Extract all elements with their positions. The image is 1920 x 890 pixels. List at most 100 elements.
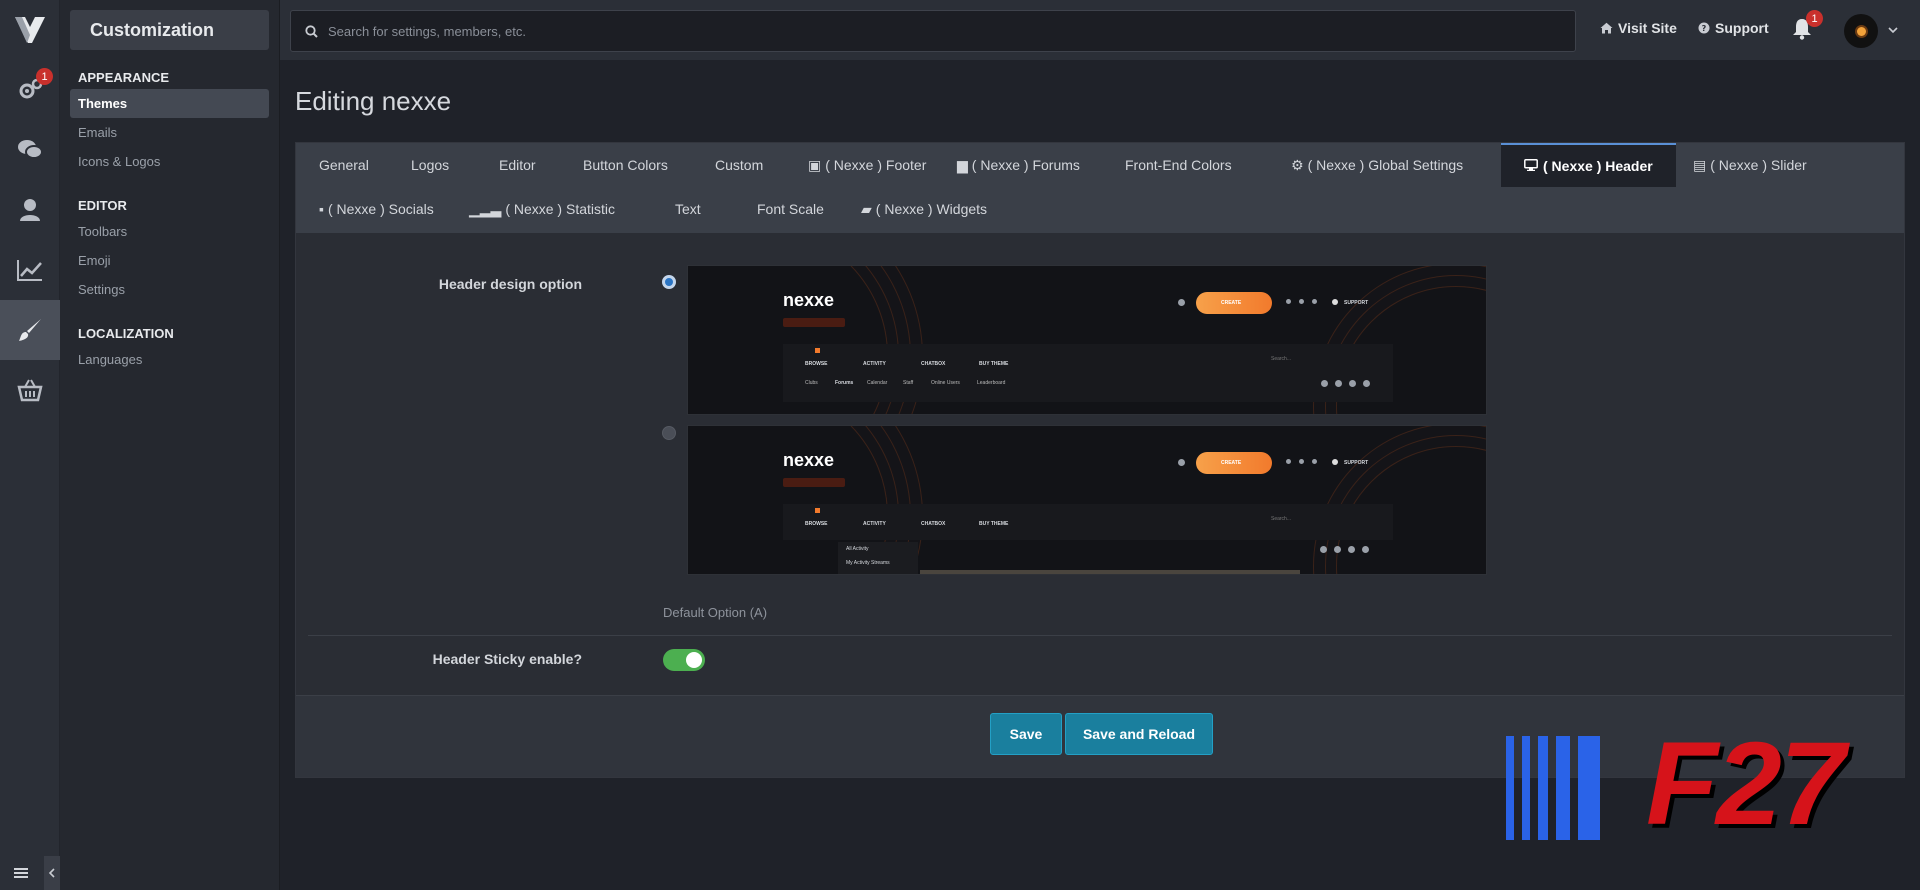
tab-nexxe-forums[interactable]: ▆ ( Nexxe ) Forums (934, 143, 1103, 187)
preview-brand-logo: nexxe (783, 290, 835, 310)
collapse-sidebar-button[interactable] (44, 856, 60, 890)
tab-label: Custom (715, 157, 764, 173)
preview-nav-item: CHATBOX (921, 521, 946, 527)
preview-brand-logo: nexxe (783, 450, 835, 470)
sidebar-item-icons-logos[interactable]: Icons & Logos (70, 147, 269, 176)
tab-button-colors[interactable]: Button Colors (560, 143, 691, 187)
tab-logos[interactable]: Logos (388, 143, 472, 187)
tab-nexxe-statistic[interactable]: ▁▂▃ ( Nexxe ) Statistic (446, 187, 638, 231)
rail-marketplace[interactable] (0, 360, 60, 420)
header-preview-b[interactable]: nexxe CREATE SUPPORT BROWSE ACTIVITY CHA… (687, 425, 1487, 575)
tab-front-end-colors[interactable]: Front-End Colors (1102, 143, 1255, 187)
preview-icon (1312, 299, 1317, 304)
rail-settings[interactable]: 1 (0, 60, 60, 120)
preview-nav-item: BUY THEME (979, 521, 1009, 527)
tab-nexxe-socials[interactable]: ▪ ( Nexxe ) Socials (296, 187, 457, 231)
tab-nexxe-footer[interactable]: ▣ ( Nexxe ) Footer (785, 143, 949, 187)
tab-label: ( Nexxe ) Statistic (505, 201, 616, 217)
header-preview-a[interactable]: nexxe CREATE SUPPORT BROWSE ACTIVITY CHA… (687, 265, 1487, 415)
sidebar-section-appearance: APPEARANCE (78, 70, 170, 85)
sidebar-item-languages[interactable]: Languages (70, 345, 269, 374)
preview-icon (1178, 459, 1185, 466)
divider (308, 635, 1892, 636)
tab-editor[interactable]: Editor (476, 143, 559, 187)
header-option-b-radio[interactable] (662, 426, 676, 440)
preview-tagline (783, 318, 845, 327)
settings-badge: 1 (36, 68, 53, 85)
basket-icon (17, 379, 43, 402)
search-input[interactable] (328, 23, 1528, 39)
watermark-bars (1506, 736, 1646, 840)
tab-label: ( Nexxe ) Widgets (875, 201, 988, 217)
slider-icon: ▤ (1693, 156, 1707, 173)
tab-font-scale[interactable]: Font Scale (734, 187, 847, 231)
support-label: Support (1715, 20, 1769, 36)
app-logo[interactable] (0, 0, 59, 60)
question-circle-icon: ? (1698, 22, 1710, 34)
tab-general[interactable]: General (296, 143, 392, 187)
support-link[interactable]: ? Support (1698, 20, 1769, 36)
preview-sub-nav-item: Clubs (805, 380, 818, 386)
sidebar-item-themes[interactable]: Themes (70, 89, 269, 118)
home-icon (1600, 22, 1613, 34)
tab-custom[interactable]: Custom (692, 143, 786, 187)
preview-create-label: CREATE (1221, 460, 1242, 466)
header-design-label: Header design option (438, 276, 582, 292)
watermark-logo: F27 (1506, 718, 1910, 850)
preview-search: Search... (1271, 516, 1292, 522)
tab-nexxe-slider[interactable]: ▤ ( Nexxe ) Slider (1670, 143, 1830, 187)
chevron-left-icon (48, 868, 55, 878)
visit-site-label: Visit Site (1618, 20, 1677, 36)
tab-label: Font Scale (757, 201, 824, 217)
tab-label: General (319, 157, 369, 173)
avatar[interactable] (1844, 14, 1878, 48)
save-button[interactable]: Save (990, 713, 1062, 755)
line-chart-icon (17, 260, 42, 281)
preview-support-label: SUPPORT (1344, 460, 1369, 466)
preview-social-icon (1335, 380, 1342, 387)
chevron-down-icon[interactable] (1888, 27, 1898, 34)
preview-create-label: CREATE (1221, 300, 1242, 306)
cogs-icon: ⚙ (1291, 156, 1304, 173)
logo-icon (14, 17, 45, 43)
preview-sub-nav-item: Leaderboard (977, 380, 1006, 386)
header-sticky-toggle[interactable] (663, 649, 705, 671)
sidebar-item-emails[interactable]: Emails (70, 118, 269, 147)
avatar-image (1856, 26, 1866, 36)
menu-icon[interactable] (14, 867, 28, 879)
preview-icon (1312, 459, 1317, 464)
preview-home-icon (815, 508, 820, 513)
notifications-badge: 1 (1806, 10, 1823, 27)
tab-label: Editor (499, 157, 536, 173)
visit-site-link[interactable]: Visit Site (1600, 20, 1677, 36)
widgets-icon: ▰ (861, 200, 872, 217)
preview-nav-item: CHATBOX (921, 361, 946, 367)
preview-nav-bar: BROWSE ACTIVITY CHATBOX BUY THEME Search… (783, 504, 1393, 540)
rail-members[interactable] (0, 180, 60, 240)
signal-icon: ▁▂▃ (469, 200, 502, 217)
sub-sidebar: Customization APPEARANCE Themes Emails I… (60, 0, 280, 890)
preview-social-icon (1362, 546, 1369, 553)
header-option-a-radio[interactable] (662, 275, 676, 289)
tab-nexxe-global-settings[interactable]: ⚙ ( Nexxe ) Global Settings (1268, 143, 1486, 187)
search-box[interactable] (290, 10, 1576, 52)
sidebar-item-toolbars[interactable]: Toolbars (70, 217, 269, 246)
rail-customization[interactable] (0, 300, 60, 360)
user-icon (20, 199, 40, 221)
theme-editor-panel: General Logos Editor Button Colors Custo… (295, 142, 1905, 778)
sidebar-item-emoji[interactable]: Emoji (70, 246, 269, 275)
rail-statistics[interactable] (0, 240, 60, 300)
preview-social-icon (1349, 380, 1356, 387)
preview-social-icon (1348, 546, 1355, 553)
rail-messages[interactable] (0, 120, 60, 180)
save-and-reload-button[interactable]: Save and Reload (1065, 713, 1213, 755)
footer-tab-icon: ▣ (808, 156, 822, 173)
tab-nexxe-header[interactable]: ( Nexxe ) Header (1501, 143, 1676, 187)
facebook-icon: ▪ (319, 201, 324, 217)
tab-label: ( Nexxe ) Slider (1710, 157, 1807, 173)
preview-dropdown-menu: All Activity My Activity Streams (838, 542, 918, 574)
tab-nexxe-widgets[interactable]: ▰ ( Nexxe ) Widgets (838, 187, 1010, 231)
preview-social-icon (1320, 546, 1327, 553)
tab-text[interactable]: Text (652, 187, 724, 231)
notifications-button[interactable]: 1 (1792, 10, 1823, 45)
